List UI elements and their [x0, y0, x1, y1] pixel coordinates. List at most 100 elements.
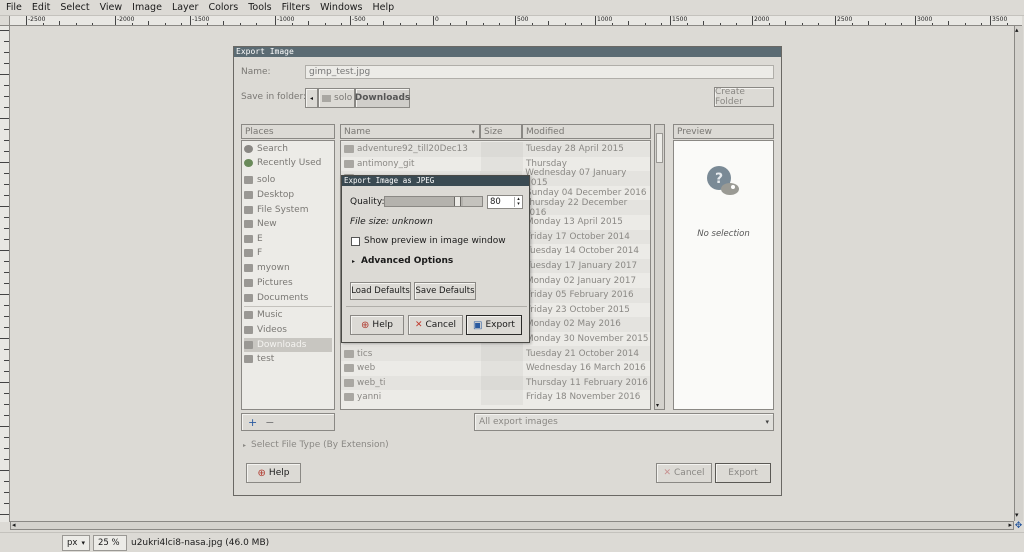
- quality-slider[interactable]: [384, 196, 483, 207]
- export-help-button[interactable]: ⊕ Help: [246, 463, 301, 483]
- path-button-downloads[interactable]: Downloads: [355, 88, 410, 108]
- place-item-downloads[interactable]: Downloads: [244, 338, 332, 352]
- menubar: File Edit Select View Image Layer Colors Tools F…: [0, 0, 1024, 16]
- place-item-desktop[interactable]: Desktop: [244, 188, 294, 202]
- place-item-recently-used[interactable]: Recently Used: [244, 156, 321, 170]
- cancel-x-icon: ✕: [663, 468, 672, 478]
- filter-select[interactable]: All export images ▾: [474, 413, 774, 431]
- advanced-options-expander[interactable]: ▸ Advanced Options: [352, 256, 453, 266]
- column-header-size[interactable]: Size: [480, 124, 522, 139]
- jpeg-cancel-button[interactable]: ✕ Cancel: [408, 315, 463, 335]
- place-item-videos[interactable]: Videos: [244, 323, 287, 337]
- ruler-tick: [0, 514, 9, 515]
- horizontal-scrollbar[interactable]: ◂ ▸: [10, 521, 1014, 530]
- file-modified: Friday 17 October 2014: [526, 231, 630, 242]
- unit-select[interactable]: px ▾: [62, 535, 90, 551]
- quality-slider-handle[interactable]: [454, 197, 461, 206]
- jpeg-export-button[interactable]: ▣ Export: [466, 315, 522, 335]
- save-defaults-button[interactable]: Save Defaults: [414, 282, 476, 300]
- menu-help[interactable]: Help: [373, 2, 395, 13]
- file-row[interactable]: web_ti Thursday 11 February 2016: [341, 375, 650, 391]
- scrollbar-thumb[interactable]: [656, 133, 663, 163]
- ruler-corner[interactable]: [0, 16, 10, 26]
- ruler-minor-tick: [531, 23, 533, 25]
- place-item-pictures[interactable]: Pictures: [244, 276, 293, 290]
- export-cancel-button[interactable]: ✕ Cancel: [656, 463, 712, 483]
- scroll-down-icon[interactable]: ▾: [1015, 511, 1019, 519]
- remove-bookmark-icon[interactable]: −: [265, 416, 274, 429]
- place-item-solo[interactable]: solo: [244, 173, 275, 187]
- place-label: E: [257, 234, 263, 244]
- cancel-x-icon: ✕: [414, 320, 423, 330]
- place-item-search[interactable]: Search: [244, 142, 288, 156]
- menu-colors[interactable]: Colors: [208, 2, 238, 13]
- path-label-solo: solo: [334, 93, 353, 103]
- file-modified: Tuesday 28 April 2015: [526, 144, 624, 155]
- menu-file[interactable]: File: [6, 2, 22, 13]
- column-size-label: Size: [484, 126, 503, 137]
- export-button[interactable]: Export: [715, 463, 771, 483]
- scroll-left-icon[interactable]: ◂: [12, 522, 16, 529]
- file-row[interactable]: tics Tuesday 21 October 2014: [341, 346, 650, 361]
- file-row[interactable]: web Wednesday 16 March 2016: [341, 361, 650, 376]
- select-file-type-expander[interactable]: ▸ Select File Type (By Extension): [243, 440, 389, 450]
- file-row[interactable]: yanni Friday 18 November 2016: [341, 390, 650, 405]
- jpeg-help-button[interactable]: ⊕ Help: [350, 315, 404, 335]
- ruler-minor-tick: [499, 23, 500, 25]
- file-modified: Friday 23 October 2015: [526, 304, 630, 315]
- place-item-f[interactable]: F: [244, 246, 262, 260]
- ruler-tick: [0, 426, 9, 427]
- ruler-tick: [4, 239, 9, 240]
- ruler-minor-tick: [686, 23, 688, 25]
- navigate-icon[interactable]: ✥: [1013, 521, 1024, 531]
- name-field[interactable]: gimp_test.jpg: [305, 65, 774, 79]
- place-item-e[interactable]: E: [244, 232, 263, 246]
- help-label: Help: [268, 468, 290, 478]
- zoom-select[interactable]: 25 %: [93, 535, 127, 551]
- menu-tools[interactable]: Tools: [248, 2, 271, 13]
- ruler-tick: [4, 283, 9, 284]
- scroll-right-icon[interactable]: ▸: [1008, 522, 1012, 529]
- svg-text:?: ?: [715, 171, 723, 187]
- place-item-documents[interactable]: Documents: [244, 291, 308, 305]
- file-list-scrollbar[interactable]: ▾: [654, 124, 665, 410]
- menu-select[interactable]: Select: [60, 2, 89, 13]
- ruler-minor-tick: [181, 23, 182, 25]
- column-header-modified[interactable]: Modified: [522, 124, 651, 139]
- file-size-cell: [481, 156, 523, 172]
- menu-windows[interactable]: Windows: [320, 2, 362, 13]
- path-back-button[interactable]: ◂: [305, 88, 318, 108]
- add-bookmark-icon[interactable]: +: [248, 416, 257, 429]
- chevron-down-icon: ▾: [81, 539, 85, 547]
- place-item-music[interactable]: Music: [244, 308, 283, 322]
- place-item-myown[interactable]: myown: [244, 261, 290, 275]
- menu-view[interactable]: View: [100, 2, 123, 13]
- place-item-file-system[interactable]: File System: [244, 203, 308, 217]
- spin-arrows-icon[interactable]: ▴ ▾: [514, 197, 522, 207]
- show-preview-checkbox-row[interactable]: Show preview in image window: [351, 236, 506, 246]
- quality-spinbox[interactable]: 80 ▴ ▾: [487, 195, 523, 209]
- name-value: gimp_test.jpg: [309, 67, 371, 77]
- export-dialog-title: Export Image: [234, 47, 781, 57]
- ruler-tick: [4, 437, 9, 438]
- menu-image[interactable]: Image: [132, 2, 162, 13]
- menu-layer[interactable]: Layer: [172, 2, 199, 13]
- save-disk-icon: ▣: [473, 319, 483, 331]
- ruler-tick: [4, 448, 9, 449]
- load-defaults-button[interactable]: Load Defaults: [350, 282, 411, 300]
- place-item-test[interactable]: test: [244, 352, 274, 366]
- vertical-ruler[interactable]: [0, 26, 10, 522]
- create-folder-button[interactable]: Create Folder: [714, 87, 774, 107]
- horizontal-ruler[interactable]: -2500 -2000 -1500 -1000 -500 0 500 1000 1500 2000…: [10, 16, 1022, 26]
- show-preview-checkbox[interactable]: [351, 236, 360, 246]
- menu-edit[interactable]: Edit: [32, 2, 50, 13]
- places-header[interactable]: Places: [241, 124, 335, 139]
- place-item-new[interactable]: New: [244, 217, 277, 231]
- scroll-up-icon[interactable]: ▴: [1015, 26, 1019, 34]
- menu-filters[interactable]: Filters: [282, 2, 310, 13]
- scroll-down-icon[interactable]: ▾: [656, 402, 659, 409]
- path-button-solo[interactable]: solo: [318, 88, 355, 108]
- column-header-name[interactable]: Name ▾: [340, 124, 480, 139]
- vertical-scrollbar[interactable]: ▴ ▾: [1014, 26, 1023, 521]
- file-row[interactable]: adventure92_till20Dec13 Tuesday 28 April …: [341, 142, 650, 157]
